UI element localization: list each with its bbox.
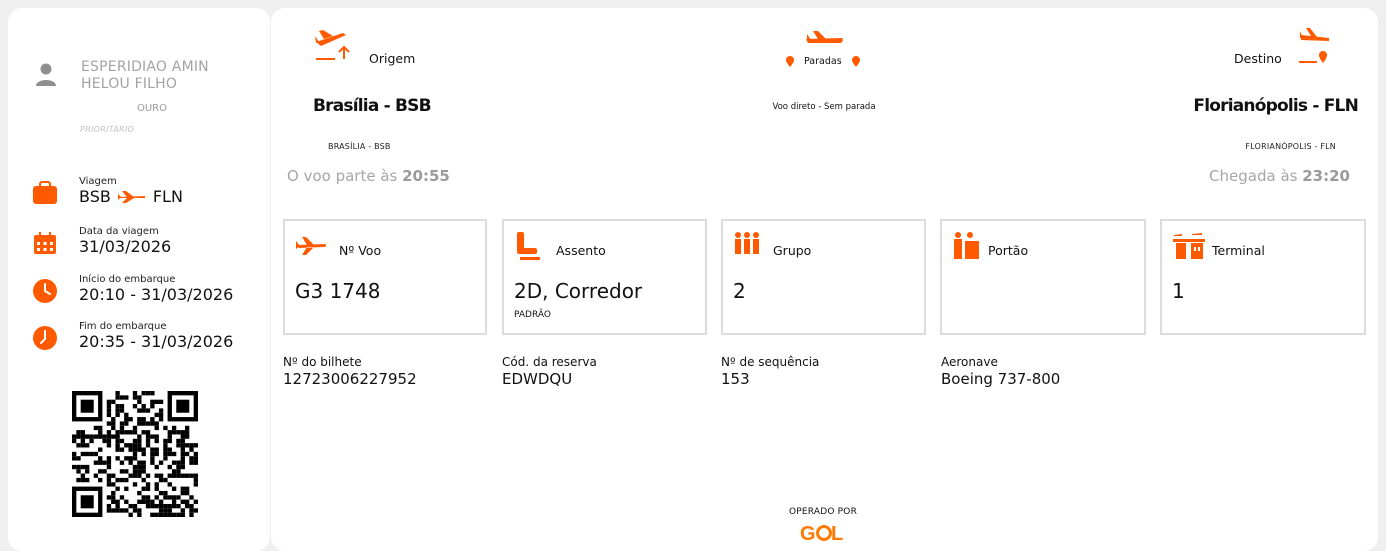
boarding-pass-card: Origem Brasília - BSB BRASÍLIA - BSB O v… [271,8,1378,551]
boarding-qr-code [72,391,198,517]
seat-value: 2D, Corredor [514,279,643,303]
trip-label: Viagem [79,176,117,187]
gate-icon [954,232,979,259]
seat-label: Assento [556,243,606,258]
flight-number-value: G3 1748 [295,279,381,303]
stops-label: Paradas [804,56,842,67]
arrival-text: Chegada às [1209,167,1298,185]
origin-pin-icon [786,56,794,67]
seat-class: PADRÃO [514,310,551,320]
boarding-start-label: Início do embarque [79,274,176,285]
plane-icon [296,237,327,255]
passenger-panel: ESPERIDIAO AMIN HELOU FILHO OURO PRIORIT… [8,8,270,551]
group-label: Grupo [773,243,812,258]
landing-icon [1299,28,1329,63]
group-icon [735,232,759,254]
loyalty-tier: OURO [136,103,167,114]
ticket-number: Nº do bilhete 12723006227952 [283,355,417,388]
takeoff-icon [315,30,350,60]
user-avatar-icon [36,63,56,86]
destination-label: Destino [1234,51,1282,66]
seat-box: Assento 2D, Corredor PADRÃO [502,219,707,335]
aircraft: Aeronave Boeing 737-800 [941,355,1060,388]
terminal-icon [1173,233,1205,259]
trip-value: BSB FLN [79,187,183,206]
boarding-end-row: Fim do embarque 20:35 - 31/03/2026 [32,321,262,361]
clock-icon [33,326,57,350]
destination-pin-icon [851,56,860,67]
plane-icon [806,31,843,43]
destination-city: Florianópolis - FLN [1193,96,1358,116]
operated-by-label: OPERADO POR [788,507,858,517]
arrival-info: Chegada às 23:20 [1209,167,1350,185]
sequence-number-label: Nº de sequência [721,355,820,369]
suitcase-icon [33,181,57,204]
trip-origin-code: BSB [79,187,111,206]
gol-logo: G L [800,523,843,544]
seat-icon [517,232,540,260]
passenger-name: ESPERIDIAO AMIN HELOU FILHO [81,59,209,92]
calendar-icon [34,232,56,254]
terminal-value: 1 [1172,279,1185,303]
travel-date-label: Data da viagem [79,226,159,237]
gate-label: Portão [988,243,1029,258]
boarding-start-row: Início do embarque 20:10 - 31/03/2026 [32,274,262,314]
origin-city: Brasília - BSB [313,96,432,116]
trip-destination-code: FLN [152,187,183,206]
booking-code-label: Cód. da reserva [502,355,597,369]
group-value: 2 [733,279,746,303]
aircraft-label: Aeronave [941,355,998,369]
aircraft-value: Boeing 737-800 [941,370,1061,388]
terminal-box: Terminal 1 [1160,219,1366,335]
departure-text: O voo parte às [287,167,398,185]
flight-number-label: Nº Voo [339,243,382,258]
flight-number-box: Nº Voo G3 1748 [283,219,487,335]
ticket-number-label: Nº do bilhete [283,355,362,369]
gate-box: Portão [940,219,1146,335]
boarding-end-value: 20:35 - 31/03/2026 [79,332,234,351]
departure-time: 20:55 [402,167,450,185]
arrival-time: 23:20 [1302,167,1350,185]
boarding-start-value: 20:10 - 31/03/2026 [79,285,234,304]
travel-date-value: 31/03/2026 [79,237,172,256]
ticket-number-value: 12723006227952 [283,370,417,388]
origin-label: Origem [369,51,416,66]
stops-text: Voo direto - Sem parada [772,102,876,112]
booking-code-value: EDWDQU [502,370,573,388]
stops-row: Paradas [786,56,860,67]
svg-text:L: L [831,523,843,544]
clock-icon [33,279,57,303]
trip-row: Viagem BSB FLN [32,176,262,216]
travel-date-row: Data da viagem 31/03/2026 [32,226,262,266]
sequence-number: Nº de sequência 153 [721,355,819,388]
origin-city-sub: BRASÍLIA - BSB [328,142,391,151]
priority-label: PRIORITÁRIO [80,125,135,134]
svg-text:G: G [800,523,816,544]
destination-city-sub: FLORIANÓPOLIS - FLN [1245,142,1336,151]
boarding-end-label: Fim do embarque [79,321,167,332]
sequence-number-value: 153 [721,370,750,388]
trip-plane-icon [117,190,145,203]
booking-code: Cód. da reserva EDWDQU [502,355,597,388]
departure-info: O voo parte às 20:55 [287,167,450,185]
terminal-label: Terminal [1212,243,1265,258]
group-box: Grupo 2 [721,219,926,335]
